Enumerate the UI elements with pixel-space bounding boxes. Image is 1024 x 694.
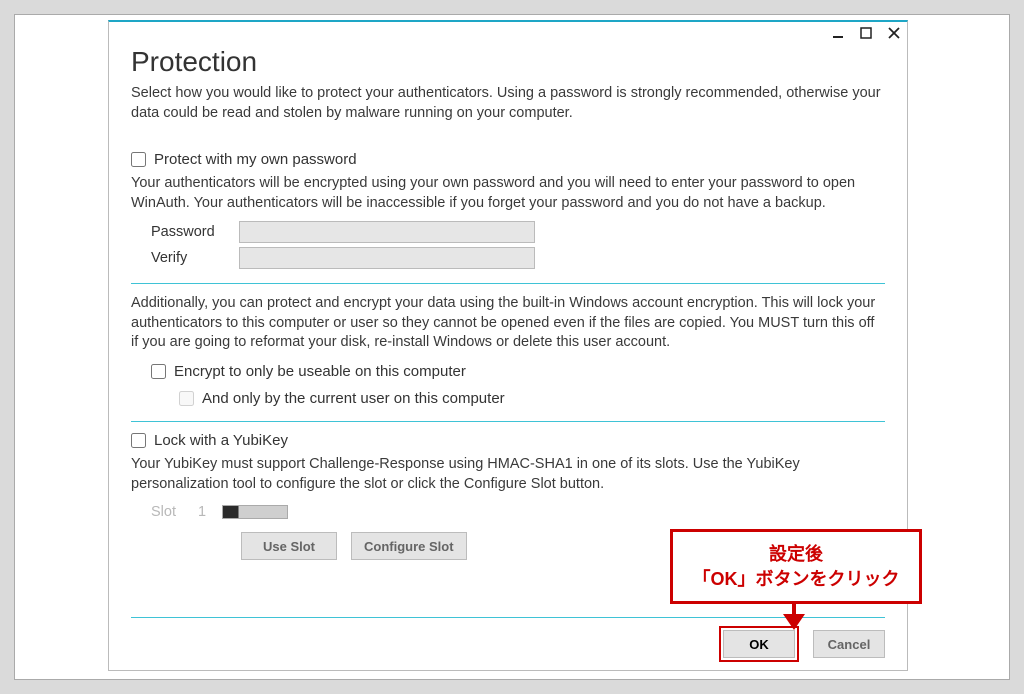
password-input[interactable] — [239, 221, 535, 243]
page-title: Protection — [131, 46, 885, 78]
yubikey-row: Lock with a YubiKey — [131, 432, 885, 449]
protect-password-label: Protect with my own password — [154, 151, 357, 168]
verify-label: Verify — [151, 250, 239, 266]
maximize-icon[interactable] — [859, 26, 873, 40]
use-slot-button[interactable]: Use Slot — [241, 532, 337, 560]
verify-row: Verify — [151, 247, 885, 269]
dialog-buttons: OK Cancel — [131, 617, 885, 658]
slot-value: 1 — [198, 504, 206, 520]
configure-slot-button[interactable]: Configure Slot — [351, 532, 467, 560]
encrypt-user-checkbox[interactable] — [179, 391, 194, 406]
yubikey-slot-row: Slot 1 — [151, 504, 885, 520]
annotation-line1: 設定後 — [681, 542, 911, 566]
slot-slider[interactable] — [222, 505, 288, 519]
divider-1 — [131, 283, 885, 284]
yubikey-checkbox[interactable] — [131, 433, 146, 448]
cancel-button[interactable]: Cancel — [813, 630, 885, 658]
dialog-window: Protection Select how you would like to … — [108, 20, 908, 671]
close-icon[interactable] — [887, 26, 901, 40]
minimize-icon[interactable] — [831, 26, 845, 40]
protect-password-desc: Your authenticators will be encrypted us… — [131, 174, 885, 213]
encrypt-user-label: And only by the current user on this com… — [202, 390, 505, 407]
protect-password-row: Protect with my own password — [131, 151, 885, 168]
annotation-line2: 「OK」ボタンをクリック — [681, 567, 911, 591]
encrypt-computer-row: Encrypt to only be useable on this compu… — [151, 363, 885, 380]
password-form: Password Verify — [151, 221, 885, 269]
slot-label: Slot — [151, 504, 176, 520]
annotation-callout: 設定後 「OK」ボタンをクリック — [670, 529, 922, 604]
verify-input[interactable] — [239, 247, 535, 269]
outer-frame: Protection Select how you would like to … — [14, 14, 1010, 680]
ok-button[interactable]: OK — [723, 630, 795, 658]
intro-text: Select how you would like to protect you… — [131, 84, 885, 123]
divider-2 — [131, 421, 885, 422]
encrypt-desc: Additionally, you can protect and encryp… — [131, 294, 885, 353]
yubikey-label: Lock with a YubiKey — [154, 432, 288, 449]
password-row: Password — [151, 221, 885, 243]
window-controls — [831, 26, 901, 40]
encrypt-user-row: And only by the current user on this com… — [179, 390, 885, 407]
protect-password-checkbox[interactable] — [131, 152, 146, 167]
encrypt-computer-checkbox[interactable] — [151, 364, 166, 379]
yubikey-desc: Your YubiKey must support Challenge-Resp… — [131, 455, 885, 494]
password-label: Password — [151, 224, 239, 240]
encrypt-computer-label: Encrypt to only be useable on this compu… — [174, 363, 466, 380]
